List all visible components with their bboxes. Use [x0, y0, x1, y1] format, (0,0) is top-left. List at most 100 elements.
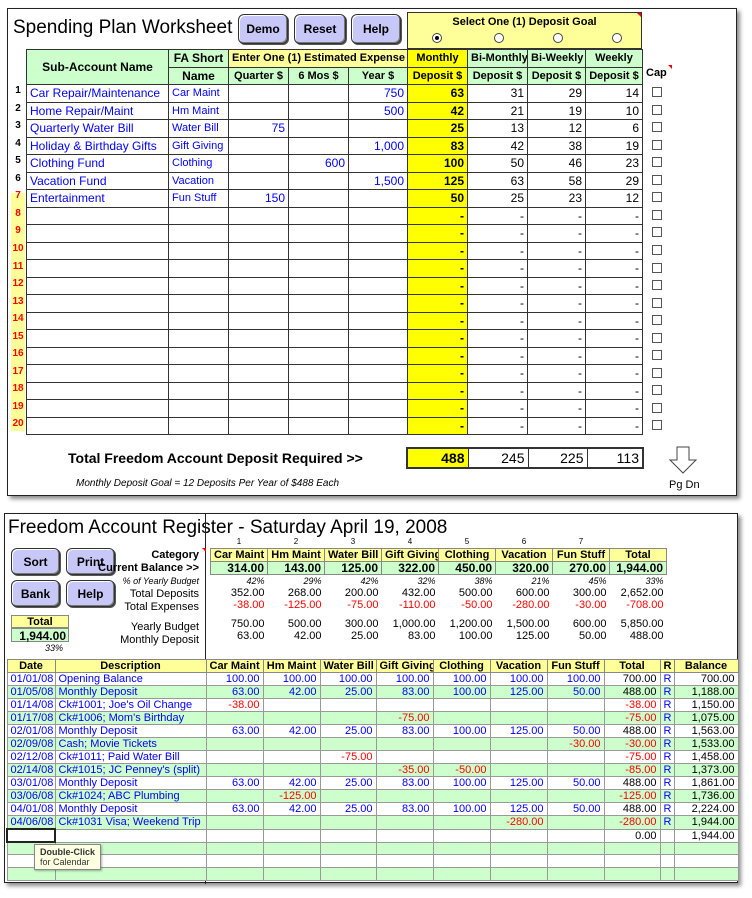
- description-cell[interactable]: Monthly Deposit: [54, 776, 207, 790]
- reconciled-cell[interactable]: R: [659, 711, 675, 725]
- six-mos-value[interactable]: [288, 399, 349, 418]
- fa-short-name[interactable]: [168, 294, 229, 313]
- description-cell[interactable]: Ck#1006; Mom's Birthday: [54, 711, 207, 725]
- fa-short-name[interactable]: Clothing: [168, 154, 229, 173]
- category-amount-cell[interactable]: 25.00: [319, 724, 377, 738]
- category-amount-cell[interactable]: [319, 737, 377, 751]
- year-value[interactable]: 1,000: [348, 136, 408, 155]
- cap-checkbox[interactable]: [652, 139, 662, 150]
- reconciled-cell[interactable]: R: [659, 724, 675, 738]
- help-button[interactable]: Help: [351, 14, 401, 44]
- year-value[interactable]: [348, 311, 408, 330]
- category-amount-cell[interactable]: [432, 841, 491, 856]
- quarter-value[interactable]: [228, 241, 289, 260]
- category-amount-cell[interactable]: [262, 698, 321, 712]
- column-header[interactable]: Fun Stuff: [546, 659, 605, 673]
- cap-checkbox[interactable]: [652, 122, 662, 133]
- category-amount-cell[interactable]: [432, 867, 491, 882]
- category-amount-cell[interactable]: -75.00: [319, 750, 377, 764]
- category-amount-cell[interactable]: [432, 711, 491, 725]
- category-amount-cell[interactable]: [262, 711, 321, 725]
- cap-checkbox[interactable]: [652, 367, 662, 378]
- category-amount-cell[interactable]: [262, 828, 321, 843]
- category-amount-cell[interactable]: [319, 763, 377, 777]
- quarter-value[interactable]: [228, 101, 289, 120]
- cap-checkbox[interactable]: [652, 262, 662, 273]
- date-cell[interactable]: 02/01/08: [6, 724, 56, 738]
- reconciled-cell[interactable]: [659, 854, 675, 869]
- category-amount-cell[interactable]: [262, 763, 321, 777]
- category-amount-cell[interactable]: [375, 828, 434, 843]
- column-header[interactable]: Gift Giving: [375, 659, 434, 673]
- quarter-value[interactable]: [228, 171, 289, 190]
- cap-checkbox[interactable]: [652, 244, 662, 255]
- fa-short-name[interactable]: [168, 346, 229, 365]
- description-cell[interactable]: Opening Balance: [54, 672, 207, 686]
- category-amount-cell[interactable]: [205, 867, 264, 882]
- sub-account-name[interactable]: Clothing Fund: [26, 154, 169, 173]
- column-header[interactable]: Vacation: [489, 659, 548, 673]
- category-amount-cell[interactable]: [432, 815, 491, 830]
- cap-checkbox[interactable]: [652, 315, 662, 326]
- fa-short-name[interactable]: Gift Giving: [168, 136, 229, 155]
- category-amount-cell[interactable]: [205, 737, 264, 751]
- description-cell[interactable]: Monthly Deposit: [54, 724, 207, 738]
- year-value[interactable]: [348, 224, 408, 243]
- category-amount-cell[interactable]: [489, 698, 548, 712]
- category-amount-cell[interactable]: [546, 815, 605, 830]
- category-amount-cell[interactable]: [319, 789, 377, 803]
- category-amount-cell[interactable]: [432, 789, 491, 803]
- category-amount-cell[interactable]: 83.00: [375, 776, 434, 790]
- year-value[interactable]: 1,500: [348, 171, 408, 190]
- year-value[interactable]: [348, 381, 408, 400]
- category-amount-cell[interactable]: [432, 854, 491, 869]
- help-button[interactable]: Help: [66, 580, 115, 607]
- category-amount-cell[interactable]: -50.00: [432, 763, 491, 777]
- fa-short-name[interactable]: Vacation: [168, 171, 229, 190]
- category-amount-cell[interactable]: -30.00: [546, 737, 605, 751]
- fa-short-name[interactable]: Car Maint: [168, 84, 229, 103]
- category-amount-cell[interactable]: [262, 815, 321, 830]
- sub-account-name[interactable]: [26, 364, 169, 383]
- date-cell[interactable]: 03/06/08: [6, 789, 56, 803]
- year-value[interactable]: [348, 276, 408, 295]
- six-mos-value[interactable]: [288, 136, 349, 155]
- description-cell[interactable]: Ck#1024; ABC Plumbing: [54, 789, 207, 803]
- category-amount-cell[interactable]: [319, 698, 377, 712]
- cap-checkbox[interactable]: [652, 104, 662, 115]
- category-amount-cell[interactable]: 100.00: [262, 672, 321, 686]
- six-mos-value[interactable]: [288, 224, 349, 243]
- description-cell[interactable]: Ck#1015; JC Penney's (split): [54, 763, 207, 777]
- reconciled-cell[interactable]: [659, 867, 675, 882]
- date-cell[interactable]: 01/05/08: [6, 685, 56, 699]
- column-header[interactable]: Hm Maint: [262, 659, 321, 673]
- category-amount-cell[interactable]: [375, 815, 434, 830]
- category-amount-cell[interactable]: [489, 750, 548, 764]
- six-mos-value[interactable]: [288, 294, 349, 313]
- year-value[interactable]: 500: [348, 101, 408, 120]
- category-amount-cell[interactable]: 50.00: [546, 724, 605, 738]
- fa-short-name[interactable]: [168, 259, 229, 278]
- column-header[interactable]: Clothing: [432, 659, 491, 673]
- year-value[interactable]: [348, 294, 408, 313]
- quarter-value[interactable]: [228, 206, 289, 225]
- bank-button[interactable]: Bank: [11, 580, 60, 607]
- category-amount-cell[interactable]: 100.00: [432, 685, 491, 699]
- reconciled-cell[interactable]: [659, 841, 675, 856]
- six-mos-value[interactable]: [288, 84, 349, 103]
- category-amount-cell[interactable]: [489, 867, 548, 882]
- category-amount-cell[interactable]: 125.00: [489, 776, 548, 790]
- reconciled-cell[interactable]: R: [659, 789, 675, 803]
- six-mos-value[interactable]: [288, 364, 349, 383]
- year-value[interactable]: [348, 416, 408, 435]
- category-amount-cell[interactable]: [432, 737, 491, 751]
- sub-account-name[interactable]: Entertainment: [26, 189, 169, 208]
- category-amount-cell[interactable]: [319, 815, 377, 830]
- cap-checkbox[interactable]: [652, 87, 662, 97]
- reconciled-cell[interactable]: R: [659, 776, 675, 790]
- column-header[interactable]: Car Maint: [205, 659, 264, 673]
- quarter-value[interactable]: [228, 416, 289, 435]
- category-amount-cell[interactable]: 100.00: [375, 672, 434, 686]
- category-amount-cell[interactable]: [205, 841, 264, 856]
- category-amount-cell[interactable]: [205, 854, 264, 869]
